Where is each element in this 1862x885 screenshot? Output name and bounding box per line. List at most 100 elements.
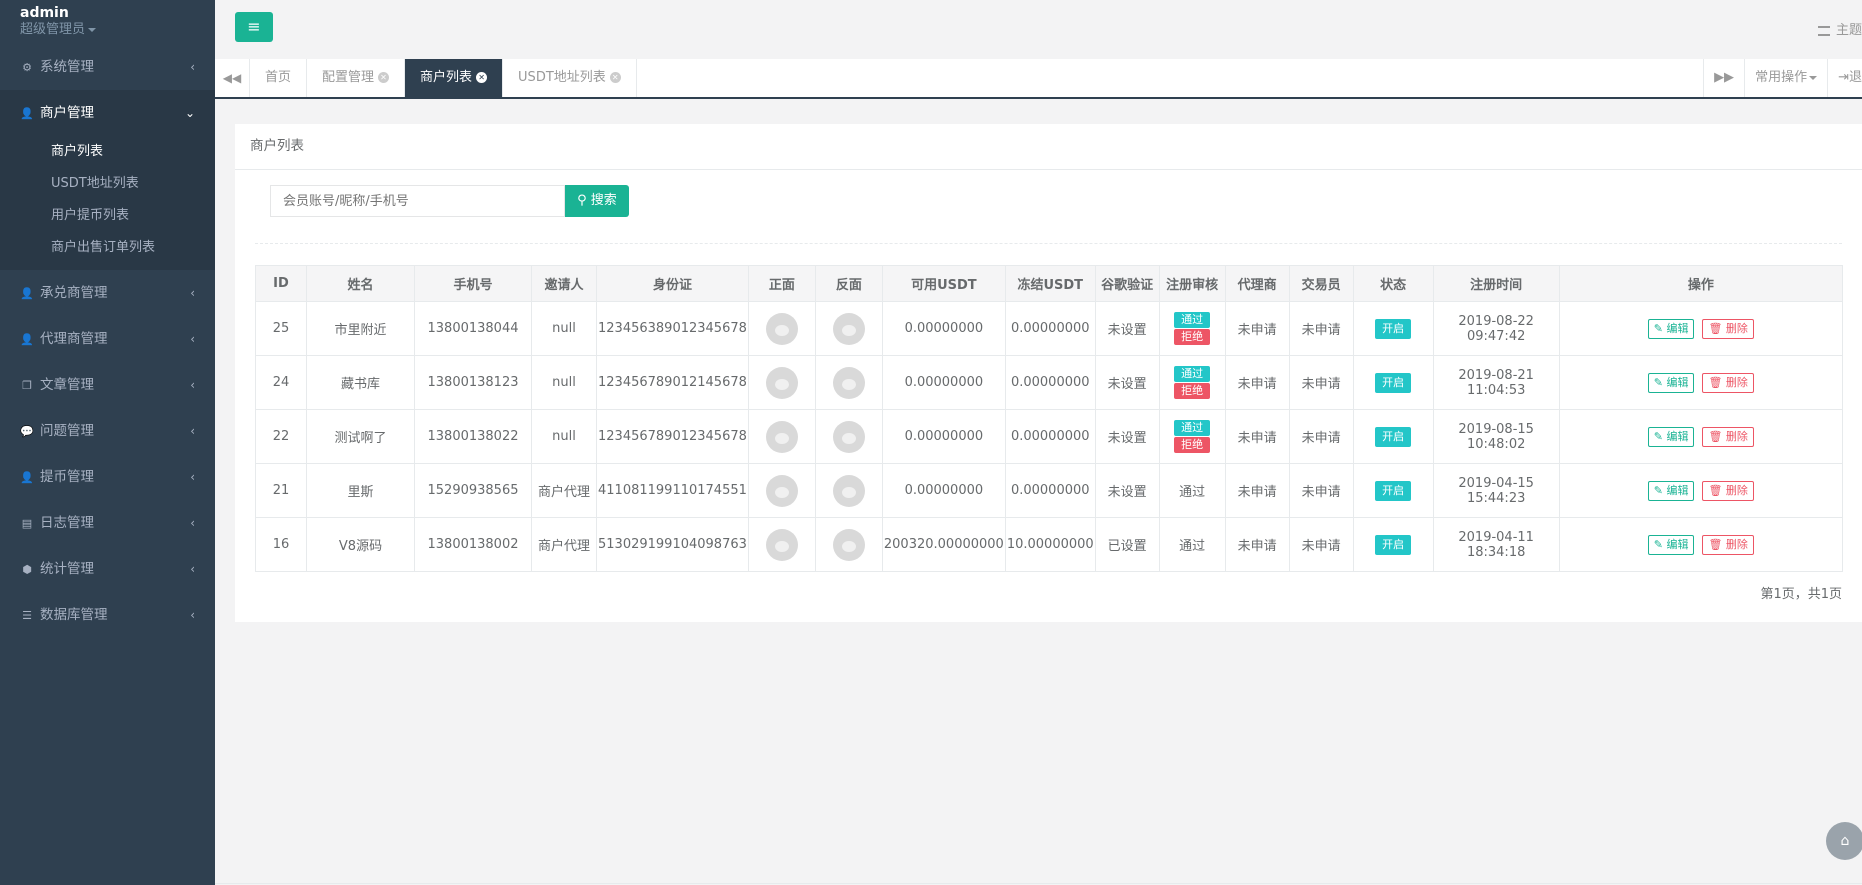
id-photo-placeholder[interactable] [832,474,865,507]
approve-button[interactable]: 通过 [1174,420,1211,436]
sidebar-subitem-withdraw-list[interactable]: 用户提币列表 [0,200,215,232]
close-icon[interactable]: ✕ [609,72,621,83]
sidebar-item-question[interactable]: 💬 问题管理 ‹ [0,408,215,454]
search-input[interactable] [270,185,565,217]
delete-button[interactable]: 🗑 删除 [1702,372,1754,393]
delete-label: 删除 [1725,375,1748,389]
common-ops-dropdown[interactable]: 常用操作 [1744,59,1827,97]
column-header[interactable]: ID [255,265,307,302]
sidebar-item-merchant[interactable]: 👤 商户管理 ⌄ [0,90,215,136]
search-button[interactable]: ⚲ 搜索 [565,185,629,217]
sidebar-submenu: 商户列表 USDT地址列表 用户提币列表 商户出售订单列表 [0,136,215,270]
status-badge[interactable]: 开启 [1375,372,1412,393]
cell-agent: 未申请 [1224,463,1290,518]
column-header[interactable]: 注册审核 [1158,265,1226,302]
column-header[interactable]: 可用USDT [881,265,1006,302]
logout-label: 退 [1848,70,1862,85]
user-icon: 👤 [20,471,34,484]
delete-button[interactable]: 🗑 删除 [1702,318,1754,339]
column-header[interactable]: 状态 [1352,265,1434,302]
status-badge[interactable]: 开启 [1375,534,1412,555]
status-badge[interactable]: 开启 [1375,318,1412,339]
status-badge[interactable]: 开启 [1375,426,1412,447]
delete-button[interactable]: 🗑 删除 [1702,534,1754,555]
sidebar-item-acceptor[interactable]: 👤 承兑商管理 ‹ [0,270,215,316]
edit-button[interactable]: ✎ 编辑 [1647,480,1695,501]
chevron-left-icon: ‹ [190,286,195,300]
menu-toggle-button[interactable]: ≡ [235,12,273,42]
table-row: 22 测试啊了 13800138022 null 123456789012345678 0… [255,409,1844,464]
id-photo-placeholder[interactable] [765,420,798,453]
tab-merchant-list[interactable]: 商户列表 ✕ [405,59,504,97]
cell-frozen: 0.00000000 [1004,409,1096,464]
column-header[interactable]: 注册时间 [1432,265,1560,302]
approve-button[interactable]: 通过 [1174,366,1211,382]
id-photo-placeholder[interactable] [765,312,798,345]
id-photo-placeholder[interactable] [765,474,798,507]
comment-icon: 💬 [20,425,34,438]
sidebar-item-database[interactable]: ☰ 数据库管理 ‹ [0,592,215,638]
cell-actions: ✎ 编辑 🗑 删除 [1558,463,1844,518]
sidebar-item-withdraw[interactable]: 👤 提币管理 ‹ [0,454,215,500]
user-role-dropdown[interactable]: 超级管理员 [20,22,215,38]
sidebar-subitem-sell-orders[interactable]: 商户出售订单列表 [0,232,215,264]
delete-button[interactable]: 🗑 删除 [1702,480,1754,501]
reject-button[interactable]: 拒绝 [1174,383,1211,399]
id-photo-placeholder[interactable] [765,528,798,561]
id-photo-placeholder[interactable] [832,528,865,561]
tabs-scroll-left-button[interactable]: ◀◀ [215,59,250,97]
tabs-scroll-right-button[interactable]: ▶▶ [1703,59,1744,97]
reject-button[interactable]: 拒绝 [1174,329,1211,345]
tabs-bar: ◀◀ 首页 配置管理 ✕ 商户列表 ✕ USDT地址列表 ✕ ▶▶ 常用操作 ⇥退 [215,59,1862,99]
id-photo-placeholder[interactable] [832,312,865,345]
cell-back [814,409,883,464]
cell-agent: 未申请 [1224,355,1290,410]
edit-button[interactable]: ✎ 编辑 [1647,426,1695,447]
delete-button[interactable]: 🗑 删除 [1702,426,1754,447]
sidebar-subitem-usdt-address[interactable]: USDT地址列表 [0,168,215,200]
delete-label: 删除 [1725,537,1748,551]
delete-label: 删除 [1725,321,1748,335]
theme-button[interactable]: 主题 [1817,19,1862,38]
column-header[interactable]: 姓名 [306,265,415,302]
status-badge[interactable]: 开启 [1375,480,1412,501]
column-header[interactable]: 手机号 [414,265,532,302]
user-profile[interactable]: admin 超级管理员 [0,0,215,44]
sidebar-item-log[interactable]: ▤ 日志管理 ‹ [0,500,215,546]
user-icon: 👤 [20,107,34,120]
column-header[interactable]: 谷歌验证 [1094,265,1160,302]
column-header[interactable]: 冻结USDT [1004,265,1096,302]
sidebar-item-article[interactable]: ❐ 文章管理 ‹ [0,362,215,408]
edit-button[interactable]: ✎ 编辑 [1647,318,1695,339]
column-header[interactable]: 反面 [814,265,883,302]
logout-button[interactable]: ⇥退 [1827,59,1862,97]
column-header[interactable]: 身份证 [596,265,749,302]
id-photo-placeholder[interactable] [832,366,865,399]
sidebar-subitem-merchant-list[interactable]: 商户列表 [0,136,215,168]
id-photo-placeholder[interactable] [765,366,798,399]
home-button[interactable]: ⌂ [1826,822,1862,860]
edit-label: 编辑 [1666,321,1689,335]
column-header[interactable]: 交易员 [1288,265,1354,302]
column-header[interactable]: 代理商 [1224,265,1290,302]
close-icon[interactable]: ✕ [476,72,488,83]
cell-idcard: 123456789012145678 [596,355,749,410]
tab-usdt-address[interactable]: USDT地址列表 ✕ [503,59,637,97]
column-header[interactable]: 邀请人 [531,265,597,302]
tab-home[interactable]: 首页 [250,59,308,97]
column-header[interactable]: 正面 [747,265,816,302]
sidebar-item-agent[interactable]: 👤 代理商管理 ‹ [0,316,215,362]
reject-button[interactable]: 拒绝 [1174,437,1211,453]
caret-down-icon [1809,75,1818,80]
sidebar-item-stats[interactable]: ⬢ 统计管理 ‹ [0,546,215,592]
tab-config[interactable]: 配置管理 ✕ [307,59,406,97]
sidebar-item-system[interactable]: ⚙ 系统管理 ‹ [0,44,215,90]
edit-button[interactable]: ✎ 编辑 [1647,534,1695,555]
id-photo-placeholder[interactable] [832,420,865,453]
tab-label: 配置管理 [322,70,375,85]
close-icon[interactable]: ✕ [378,72,390,83]
approve-button[interactable]: 通过 [1174,312,1211,328]
edit-button[interactable]: ✎ 编辑 [1647,372,1695,393]
edit-label: 编辑 [1666,483,1689,497]
cell-inviter: 商户代理 [531,463,597,518]
